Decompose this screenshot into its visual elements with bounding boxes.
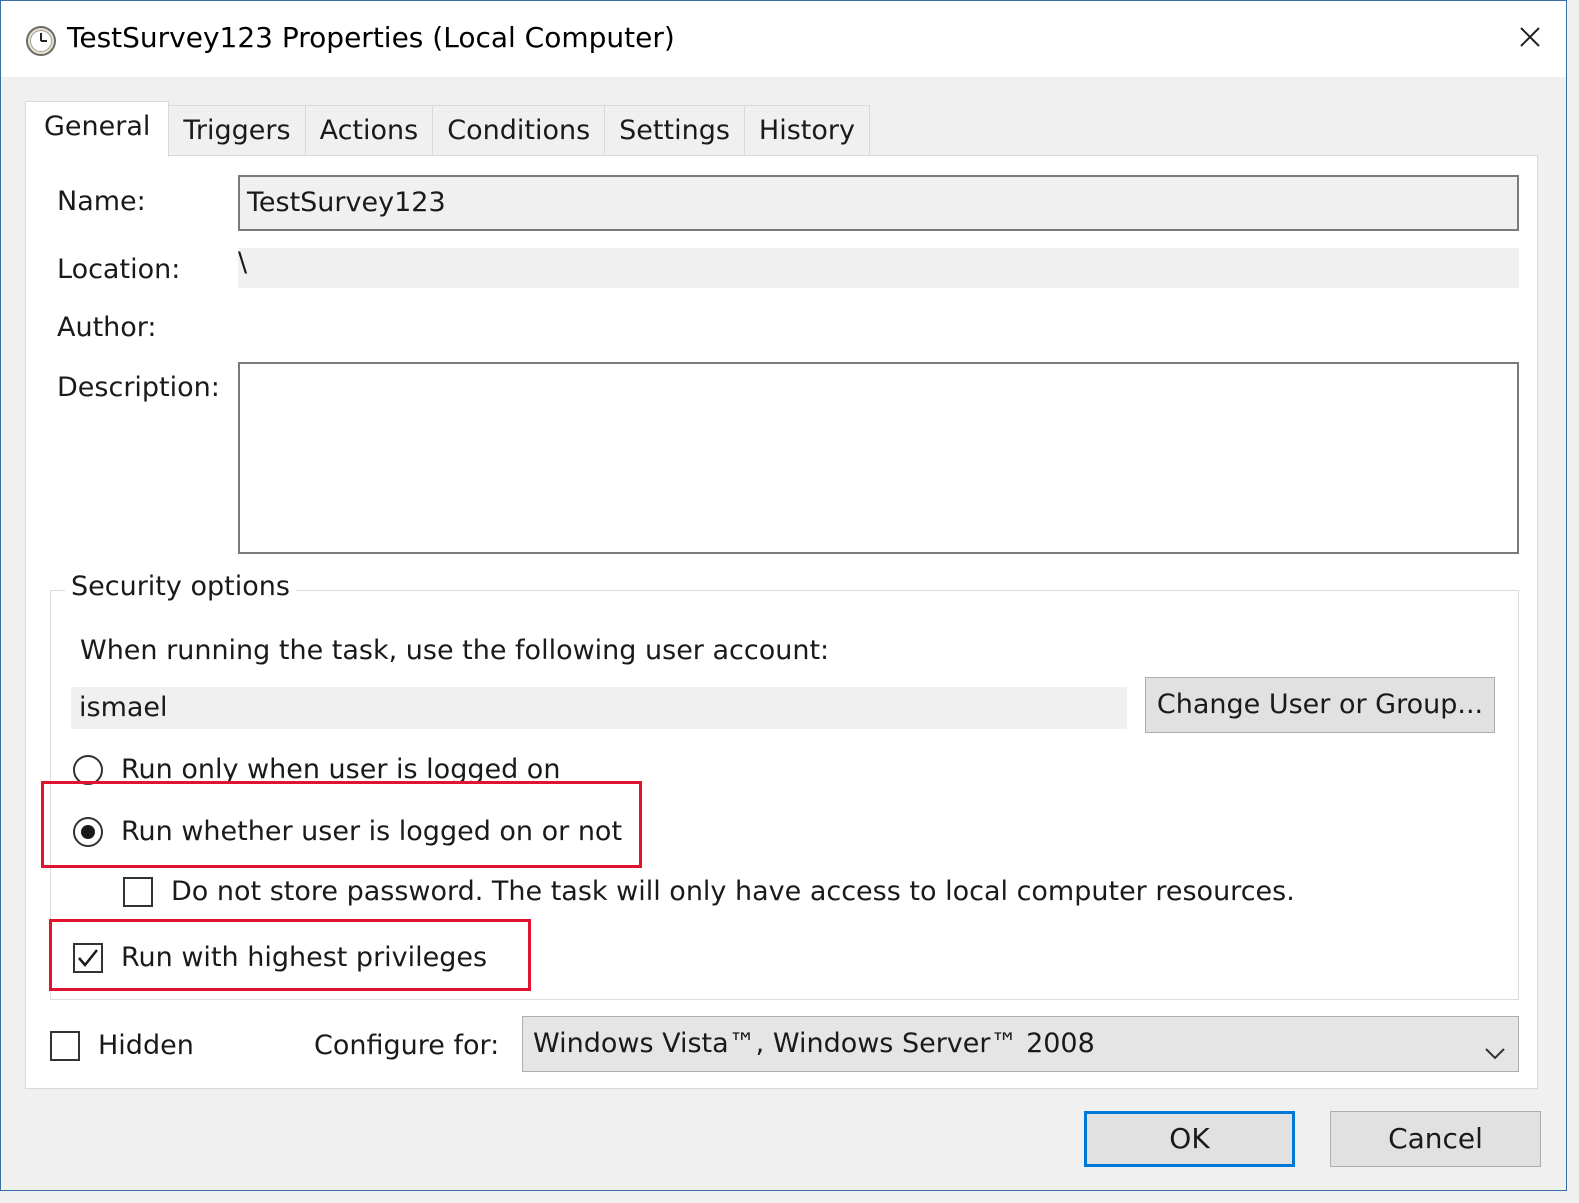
do-not-store-password-label: Do not store password. The task will onl… — [171, 876, 1295, 907]
security-options-legend: Security options — [65, 571, 296, 602]
hidden-checkbox[interactable] — [50, 1030, 80, 1061]
hidden-label: Hidden — [98, 1030, 194, 1061]
do-not-store-password-option[interactable]: Do not store password. The task will onl… — [123, 876, 1295, 907]
configure-for-select[interactable]: Windows Vista™, Windows Server™ 2008 — [522, 1016, 1519, 1072]
run-only-logged-on-label: Run only when user is logged on — [121, 754, 561, 785]
run-highest-privileges-checkbox[interactable] — [73, 942, 103, 973]
tab-actions[interactable]: Actions — [304, 105, 434, 155]
run-only-logged-on-radio[interactable] — [73, 754, 103, 785]
chevron-down-icon — [1482, 1031, 1508, 1060]
tab-strip: General Triggers Actions Conditions Sett… — [25, 101, 870, 157]
description-label: Description: — [57, 372, 220, 403]
clock-icon — [25, 25, 57, 57]
configure-for-label: Configure for: — [314, 1030, 500, 1061]
tab-history[interactable]: History — [743, 105, 870, 155]
do-not-store-password-checkbox[interactable] — [123, 876, 153, 907]
run-whether-logged-on-label: Run whether user is logged on or not — [121, 816, 623, 847]
location-label: Location: — [57, 254, 181, 285]
run-whether-logged-on-option[interactable]: Run whether user is logged on or not — [73, 816, 622, 847]
location-field: \ — [238, 248, 1519, 288]
window-title: TestSurvey123 Properties (Local Computer… — [67, 21, 675, 54]
tab-conditions[interactable]: Conditions — [432, 105, 606, 155]
user-account-field: ismael — [71, 687, 1127, 729]
properties-dialog: TestSurvey123 Properties (Local Computer… — [0, 0, 1567, 1191]
hidden-option[interactable]: Hidden — [50, 1030, 194, 1061]
tab-triggers[interactable]: Triggers — [168, 105, 306, 155]
name-label: Name: — [57, 186, 146, 217]
description-field[interactable] — [238, 362, 1519, 554]
author-label: Author: — [57, 312, 157, 343]
checkmark-icon — [78, 948, 98, 967]
configure-for-value: Windows Vista™, Windows Server™ 2008 — [533, 1028, 1095, 1059]
cancel-button[interactable]: Cancel — [1330, 1111, 1541, 1167]
run-whether-logged-on-radio[interactable] — [73, 816, 103, 847]
run-only-logged-on-option[interactable]: Run only when user is logged on — [73, 754, 560, 785]
run-highest-privileges-label: Run with highest privileges — [121, 942, 488, 973]
run-highest-privileges-option[interactable]: Run with highest privileges — [73, 942, 487, 973]
name-field[interactable]: TestSurvey123 — [238, 175, 1519, 231]
close-icon — [1518, 25, 1542, 53]
account-prompt: When running the task, use the following… — [80, 635, 830, 666]
close-button[interactable] — [1504, 13, 1556, 65]
security-options-group: Security options When running the task, … — [50, 571, 1519, 1000]
ok-button[interactable]: OK — [1084, 1111, 1295, 1167]
tab-settings[interactable]: Settings — [604, 105, 745, 155]
tab-general[interactable]: General — [25, 101, 170, 157]
general-tab-panel: Name: TestSurvey123 Location: \ Author: … — [25, 155, 1538, 1089]
title-bar: TestSurvey123 Properties (Local Computer… — [1, 1, 1566, 77]
change-user-button[interactable]: Change User or Group... — [1145, 677, 1495, 733]
